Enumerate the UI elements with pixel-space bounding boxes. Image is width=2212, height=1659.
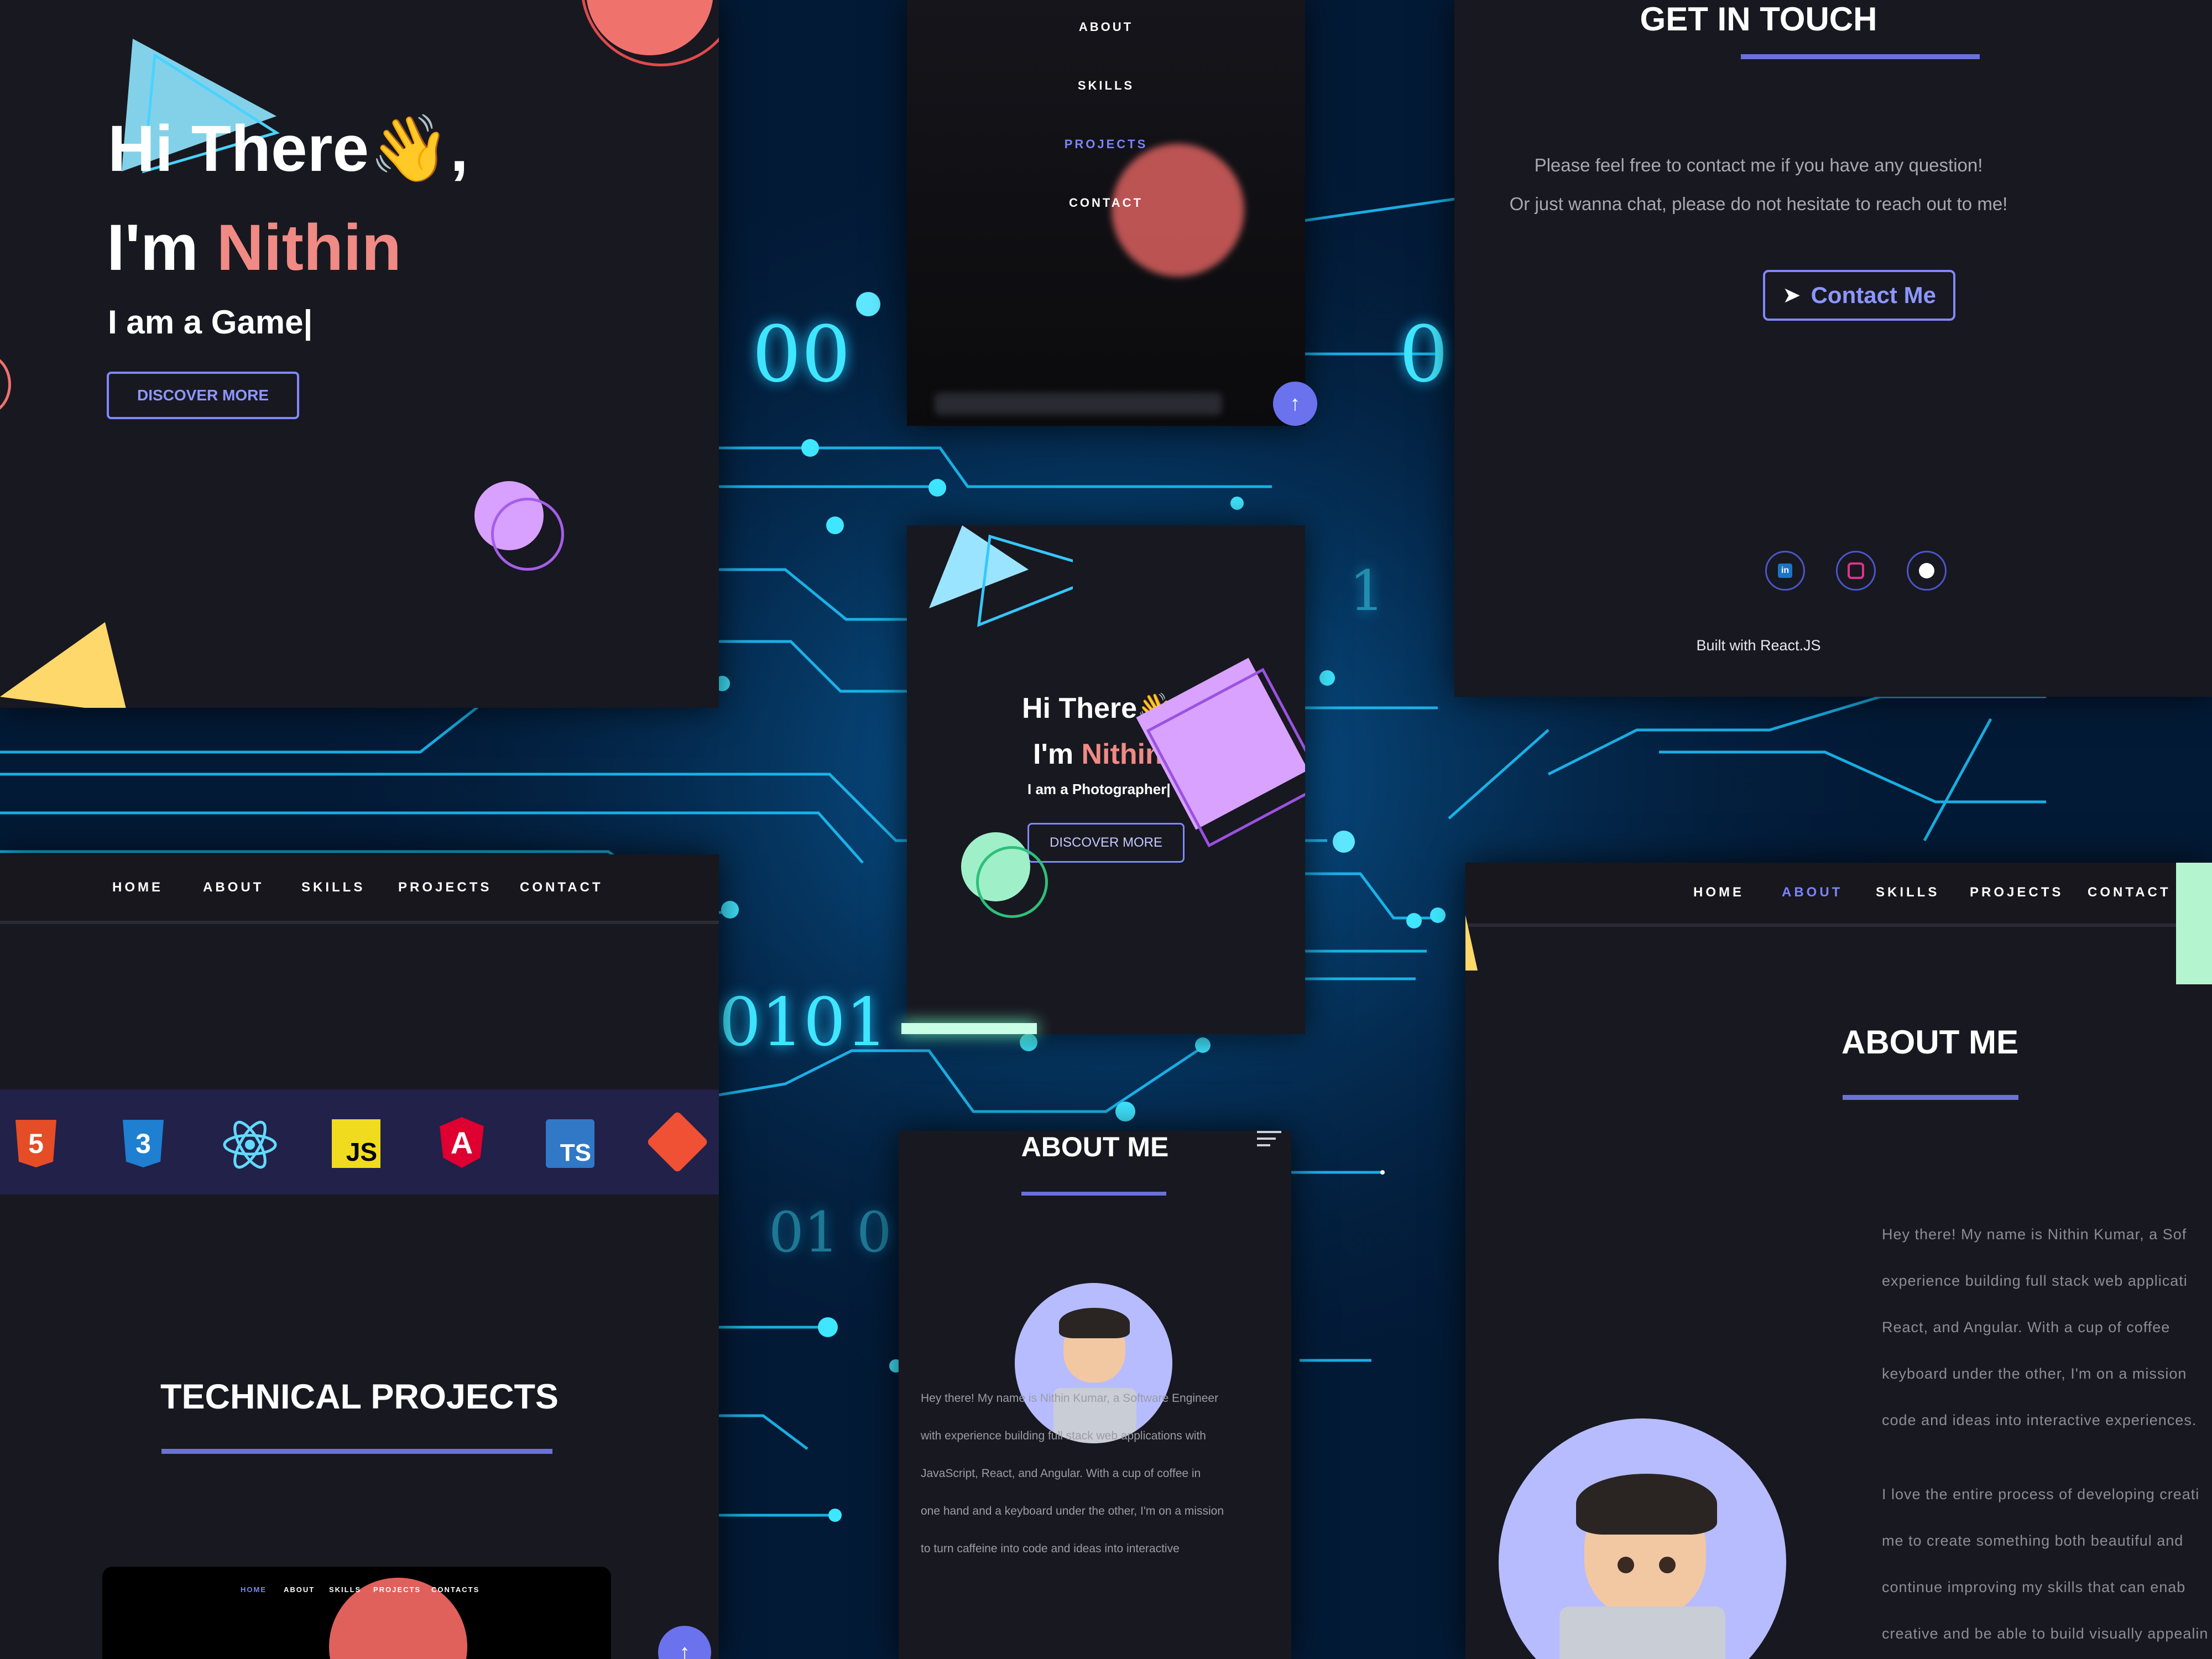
mini-nav-projects: PROJECTS xyxy=(373,1585,421,1594)
instagram-icon xyxy=(1848,562,1864,579)
nav-about[interactable]: ABOUT xyxy=(203,880,264,895)
mobile-menu-item-projects[interactable]: PROJECTS xyxy=(907,137,1305,152)
mini-nav-contacts: CONTACTS xyxy=(431,1585,480,1594)
linkedin-icon: in xyxy=(1778,564,1792,578)
nav-projects[interactable]: PROJECTS xyxy=(1970,885,2063,900)
nav-home[interactable]: HOME xyxy=(1693,885,1744,900)
arrow-up-icon: ↑ xyxy=(1290,392,1301,415)
mobile-menu-item-about[interactable]: ABOUT xyxy=(907,20,1305,34)
nav-contact[interactable]: CONTACT xyxy=(2088,885,2171,900)
hero-typing-text: I am a Game| xyxy=(108,304,313,341)
contact-title: GET IN TOUCH xyxy=(1640,1,1877,38)
about-paragraph-2: I love the entire process of developing … xyxy=(1882,1486,2209,1642)
react-icon xyxy=(222,1120,278,1170)
binary-digits: 01 0 xyxy=(769,1200,892,1265)
decor-bar xyxy=(2176,863,2212,984)
mobile-menu-item-skills[interactable]: SKILLS xyxy=(907,79,1305,93)
javascript-icon: JS xyxy=(332,1119,380,1168)
wave-emoji-icon: 👋 xyxy=(369,112,451,185)
about-paragraph-1: Hey there! My name is Nithin Kumar, a So… xyxy=(1882,1226,2197,1428)
hamburger-menu-icon[interactable] xyxy=(1257,1131,1281,1150)
nav-projects[interactable]: PROJECTS xyxy=(398,880,492,895)
decor-ring xyxy=(491,498,564,571)
hero-greeting: Hi There👋, xyxy=(108,112,468,185)
phone-hero-panel: Hi There👋, I'm Nithin I am a Photographe… xyxy=(907,525,1305,1034)
about-title: ABOUT ME xyxy=(1841,1024,2018,1061)
arrow-up-icon: ↑ xyxy=(679,1640,690,1659)
contact-text-line-2: Or just wanna chat, please do not hesita… xyxy=(1509,194,2008,214)
decor-ring xyxy=(581,0,719,66)
contact-me-button[interactable]: ➤ Contact Me xyxy=(1763,270,1955,321)
decor-triangle xyxy=(0,622,126,708)
title-underline xyxy=(1843,1095,2018,1100)
html5-icon: 5 xyxy=(15,1120,56,1167)
mini-nav-skills: SKILLS xyxy=(329,1585,362,1594)
github-button[interactable] xyxy=(1907,551,1947,591)
phone-discover-more-button[interactable]: DISCOVER MORE xyxy=(1027,823,1185,863)
blurred-background xyxy=(907,0,1305,426)
phone-hero-name-line: I'm Nithin xyxy=(1033,738,1163,770)
nav-contact[interactable]: CONTACT xyxy=(520,880,603,895)
github-icon xyxy=(1919,563,1934,578)
linkedin-button[interactable]: in xyxy=(1765,551,1805,591)
css3-icon: 3 xyxy=(123,1120,164,1167)
send-icon: ➤ xyxy=(1782,283,1801,307)
instagram-button[interactable] xyxy=(1836,551,1876,591)
mini-nav-about: ABOUT xyxy=(284,1585,315,1594)
phone-menu-panel: ABOUT SKILLS PROJECTS CONTACT xyxy=(907,0,1305,426)
decor-ring xyxy=(976,846,1048,918)
binary-digits: 00 xyxy=(752,310,851,400)
title-underline xyxy=(161,1449,552,1454)
top-navbar: HOME ABOUT SKILLS PROJECTS CONTACT xyxy=(0,854,719,924)
mobile-menu-item-contact[interactable]: CONTACT xyxy=(907,196,1305,210)
title-underline xyxy=(1741,54,1980,59)
footer-text: Built with React.JS xyxy=(1696,637,1821,654)
decor-circle xyxy=(1112,144,1244,276)
nav-skills[interactable]: SKILLS xyxy=(301,880,365,895)
mini-nav-home: HOME xyxy=(241,1585,267,1594)
about-phone-text: Hey there! My name is Nithin Kumar, a So… xyxy=(921,1392,1224,1555)
typescript-icon: TS xyxy=(546,1119,594,1168)
angular-icon: A xyxy=(440,1117,484,1168)
about-phone-title: ABOUT ME xyxy=(1021,1131,1169,1162)
scroll-top-button[interactable]: ↑ xyxy=(658,1626,711,1659)
blurred-content xyxy=(935,393,1222,415)
decor-triangle xyxy=(929,525,1073,627)
project-preview-card[interactable]: HOME ABOUT SKILLS PROJECTS CONTACTS xyxy=(102,1567,611,1659)
projects-panel: HOME ABOUT SKILLS PROJECTS CONTACT 5 3 J… xyxy=(0,854,719,1659)
glowing-bar xyxy=(901,1023,1037,1034)
technical-projects-title: TECHNICAL PROJECTS xyxy=(160,1378,559,1416)
about-panel: HOME ABOUT SKILLS PROJECTS CONTACT ABOUT… xyxy=(1465,863,2212,1659)
contact-panel: GET IN TOUCH Please feel free to contact… xyxy=(1454,0,2212,697)
hero-name-line: I'm Nithin xyxy=(107,211,401,284)
hero-panel: Hi There👋, I'm Nithin I am a Game| DISCO… xyxy=(0,0,719,708)
discover-more-button[interactable]: DISCOVER MORE xyxy=(107,372,299,419)
decor-triangle xyxy=(1465,915,1478,971)
top-navbar: HOME ABOUT SKILLS PROJECTS CONTACT xyxy=(1465,863,2212,927)
about-phone-panel: ABOUT ME Hey there! My name is Nithin Ku… xyxy=(899,1131,1291,1659)
skills-strip: 5 3 JS A TS xyxy=(0,1089,719,1194)
title-underline xyxy=(1021,1192,1166,1196)
decor-ring xyxy=(0,354,11,415)
scroll-top-button[interactable]: ↑ xyxy=(1273,382,1317,426)
git-icon xyxy=(646,1110,709,1173)
nav-home[interactable]: HOME xyxy=(112,880,163,895)
binary-digits: 0 xyxy=(1399,310,1449,400)
binary-digits: 1 xyxy=(1349,559,1385,623)
nav-about[interactable]: ABOUT xyxy=(1782,885,1843,900)
phone-hero-typing-text: I am a Photographer| xyxy=(1027,781,1171,797)
nav-skills[interactable]: SKILLS xyxy=(1876,885,1939,900)
avatar xyxy=(1499,1418,1786,1659)
binary-digits: 0101 xyxy=(719,984,888,1061)
contact-text-line-1: Please feel free to contact me if you ha… xyxy=(1534,155,1983,175)
